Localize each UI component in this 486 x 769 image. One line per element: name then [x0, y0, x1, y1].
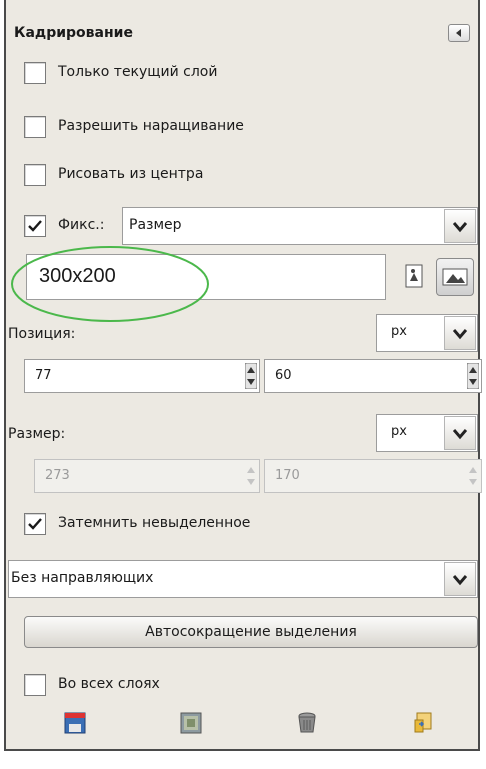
spin-arrows-icon[interactable]: [245, 363, 257, 389]
size-label: Размер:: [8, 426, 66, 442]
tool-options-panel: Кадрирование Только текущий слой Разреши…: [4, 0, 482, 751]
delete-icon[interactable]: [296, 712, 318, 734]
highlight-ellipse: [11, 246, 209, 322]
size-unit-select[interactable]: px: [376, 414, 478, 452]
restore-icon[interactable]: [180, 712, 202, 734]
size-width-spinner[interactable]: 273: [34, 459, 260, 493]
spin-arrows-icon[interactable]: [467, 363, 479, 389]
highlight-checkbox[interactable]: [24, 513, 46, 535]
size-width-value: 273: [45, 468, 70, 483]
chevron-down-icon[interactable]: [444, 416, 476, 450]
chevron-down-icon[interactable]: [444, 562, 476, 596]
fixed-label: Фикс.:: [58, 217, 105, 233]
current-layer-only-checkbox[interactable]: [24, 62, 46, 84]
fixed-checkbox[interactable]: [24, 215, 46, 237]
guides-value: Без направляющих: [11, 570, 154, 586]
portrait-icon[interactable]: [402, 263, 426, 289]
size-height-spinner[interactable]: 170: [264, 459, 482, 493]
position-y-value: 60: [275, 368, 292, 383]
position-y-spinner[interactable]: 60: [264, 359, 482, 393]
size-height-value: 170: [275, 468, 300, 483]
position-label: Позиция:: [8, 326, 76, 342]
position-x-value: 77: [35, 368, 52, 383]
fixed-mode-value: Размер: [129, 217, 182, 233]
position-unit-select[interactable]: px: [376, 314, 478, 352]
chevron-down-icon[interactable]: [444, 316, 476, 350]
spin-arrows-icon: [247, 467, 255, 485]
allow-growing-label: Разрешить наращивание: [58, 118, 244, 134]
allow-growing-checkbox[interactable]: [24, 116, 46, 138]
highlight-label: Затемнить невыделенное: [58, 515, 251, 531]
check-icon: [28, 518, 42, 530]
auto-shrink-button[interactable]: Автосокращение выделения: [24, 616, 478, 648]
collapse-left-icon[interactable]: [448, 24, 470, 42]
spin-arrows-icon: [469, 467, 477, 485]
chevron-down-icon[interactable]: [444, 209, 476, 243]
reset-icon[interactable]: [412, 712, 434, 734]
shrink-merged-label: Во всех слоях: [58, 676, 160, 692]
save-preset-icon[interactable]: [64, 712, 86, 734]
expand-from-center-label: Рисовать из центра: [58, 166, 204, 182]
current-layer-only-label: Только текущий слой: [58, 64, 218, 80]
shrink-merged-checkbox[interactable]: [24, 674, 46, 696]
landscape-icon[interactable]: [436, 258, 474, 296]
guides-select[interactable]: Без направляющих: [8, 560, 478, 598]
auto-shrink-label: Автосокращение выделения: [145, 624, 357, 640]
expand-from-center-checkbox[interactable]: [24, 164, 46, 186]
fixed-mode-select[interactable]: Размер: [122, 207, 478, 245]
position-unit-value: px: [391, 324, 407, 339]
panel-title: Кадрирование: [14, 25, 133, 41]
size-unit-value: px: [391, 424, 407, 439]
position-x-spinner[interactable]: 77: [24, 359, 260, 393]
check-icon: [28, 220, 42, 232]
